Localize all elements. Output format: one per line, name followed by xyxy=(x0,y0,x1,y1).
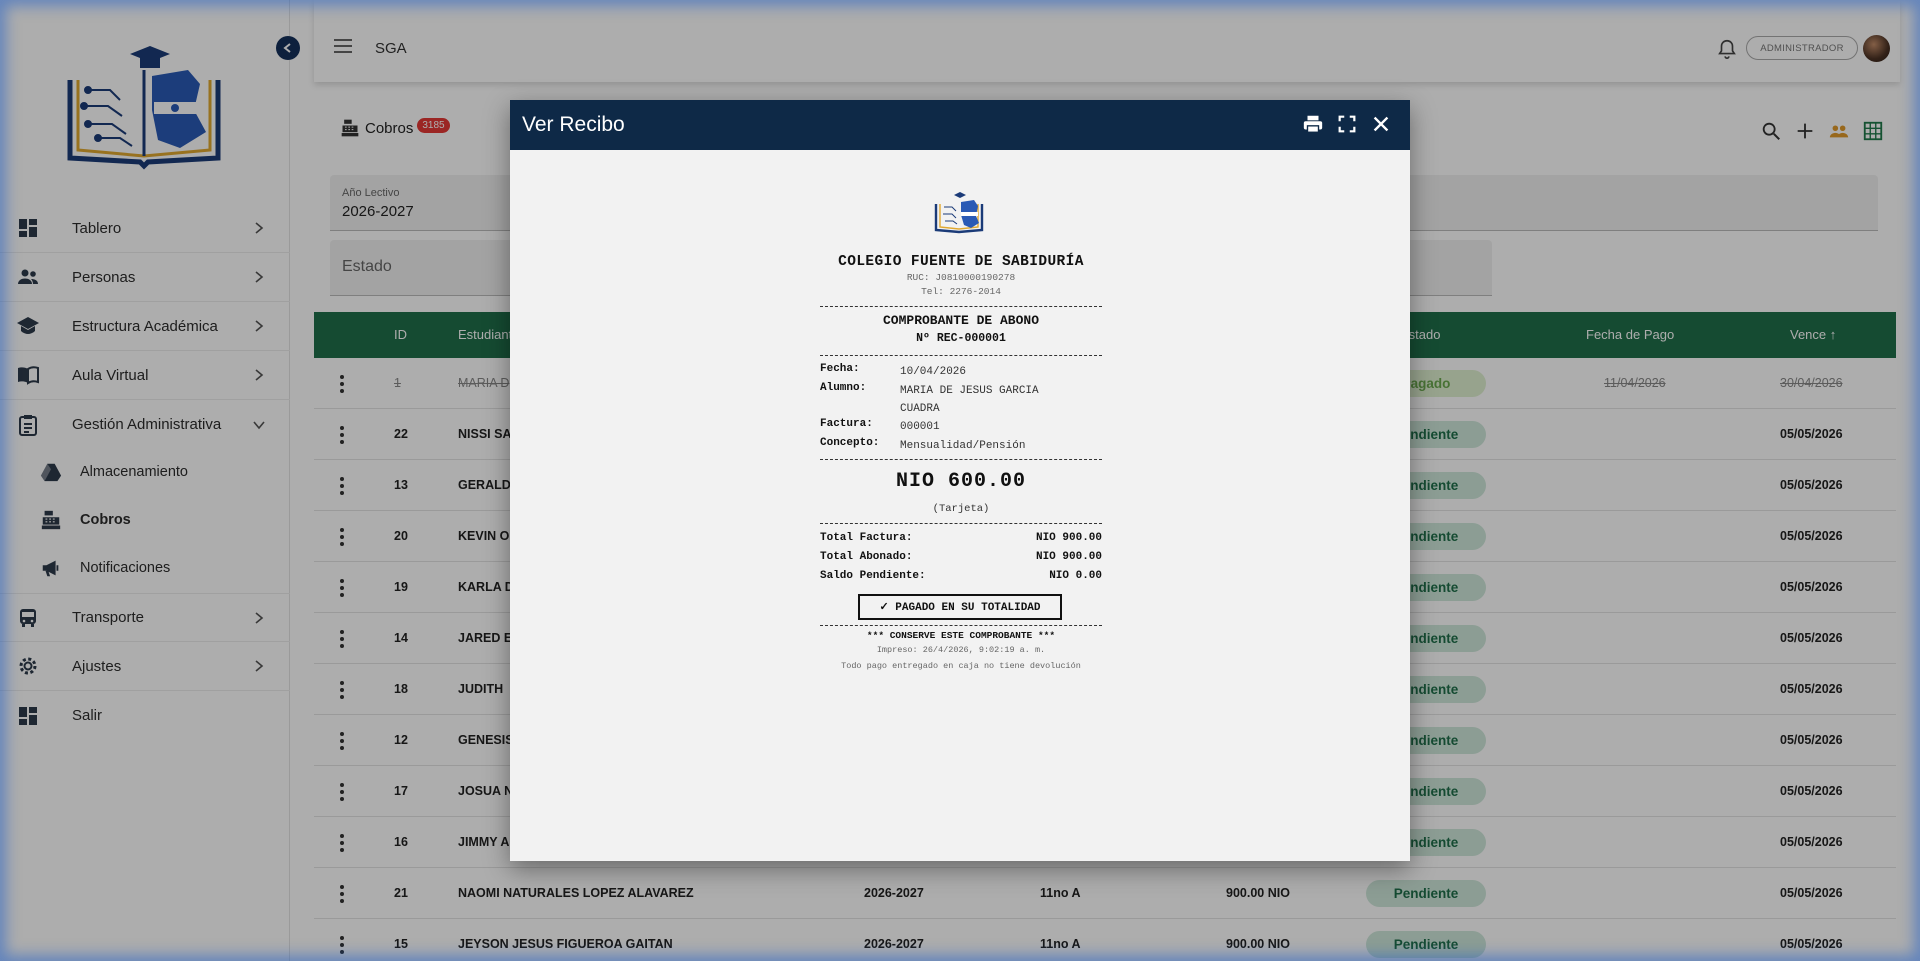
receipt-dialog: Ver Recibo COLEGIO FUENTE DE SABIDURÍA R… xyxy=(510,100,1410,861)
paid-in-full-stamp: ✓ PAGADO EN SU TOTALIDAD xyxy=(858,594,1062,620)
field-key: Factura: xyxy=(820,418,873,430)
receipt-divider xyxy=(820,355,1102,356)
field-value: MARIA DE JESUS GARCIA CUADRA xyxy=(900,385,1039,415)
close-icon[interactable] xyxy=(1370,113,1392,135)
total-key: Total Abonado: xyxy=(820,551,913,563)
receipt-divider xyxy=(820,459,1102,460)
receipt-doc-type: COMPROBANTE DE ABONO xyxy=(882,313,1040,328)
dialog-header: Ver Recibo xyxy=(510,100,1410,150)
field-value: Mensualidad/Pensión xyxy=(900,440,1026,452)
fullscreen-icon[interactable] xyxy=(1336,113,1358,135)
field-key: Concepto: xyxy=(820,437,880,449)
total-value: NIO 900.00 xyxy=(1035,532,1102,544)
field-value: 10/04/2026 xyxy=(900,366,967,378)
receipt-divider xyxy=(820,306,1102,307)
dialog-title: Ver Recibo xyxy=(522,113,625,136)
total-value: NIO 0.00 xyxy=(1049,570,1102,582)
receipt-printed-at: Impreso: 26/4/2026, 9:02:19 a. m. xyxy=(876,645,1046,655)
print-icon[interactable] xyxy=(1302,113,1324,135)
receipt-amount: NIO 600.00 xyxy=(895,470,1027,493)
total-value: NIO 900.00 xyxy=(1035,551,1102,563)
school-logo xyxy=(934,192,984,234)
receipt-divider xyxy=(820,625,1102,626)
field-key: Alumno: xyxy=(820,382,867,394)
receipt-payment-method: (Tarjeta) xyxy=(932,503,990,515)
field-value: 000001 xyxy=(900,421,940,433)
receipt-ruc: RUC: J0810000190278 xyxy=(906,272,1016,283)
receipt-phone: Tel: 2276-2014 xyxy=(921,286,1001,297)
receipt-keep-note: *** CONSERVE ESTE COMPROBANTE *** xyxy=(866,630,1056,641)
receipt-no-refund-note: Todo pago entregado en caja no tiene dev… xyxy=(841,661,1081,671)
receipt-school-name: COLEGIO FUENTE DE SABIDURÍA xyxy=(838,254,1084,270)
dialog-toolbar xyxy=(1302,113,1392,135)
receipt-number: Nº REC-000001 xyxy=(916,332,1006,345)
total-key: Total Factura: xyxy=(820,532,913,544)
field-key: Fecha: xyxy=(820,363,860,375)
receipt-divider xyxy=(820,523,1102,524)
total-key: Saldo Pendiente: xyxy=(820,570,926,582)
